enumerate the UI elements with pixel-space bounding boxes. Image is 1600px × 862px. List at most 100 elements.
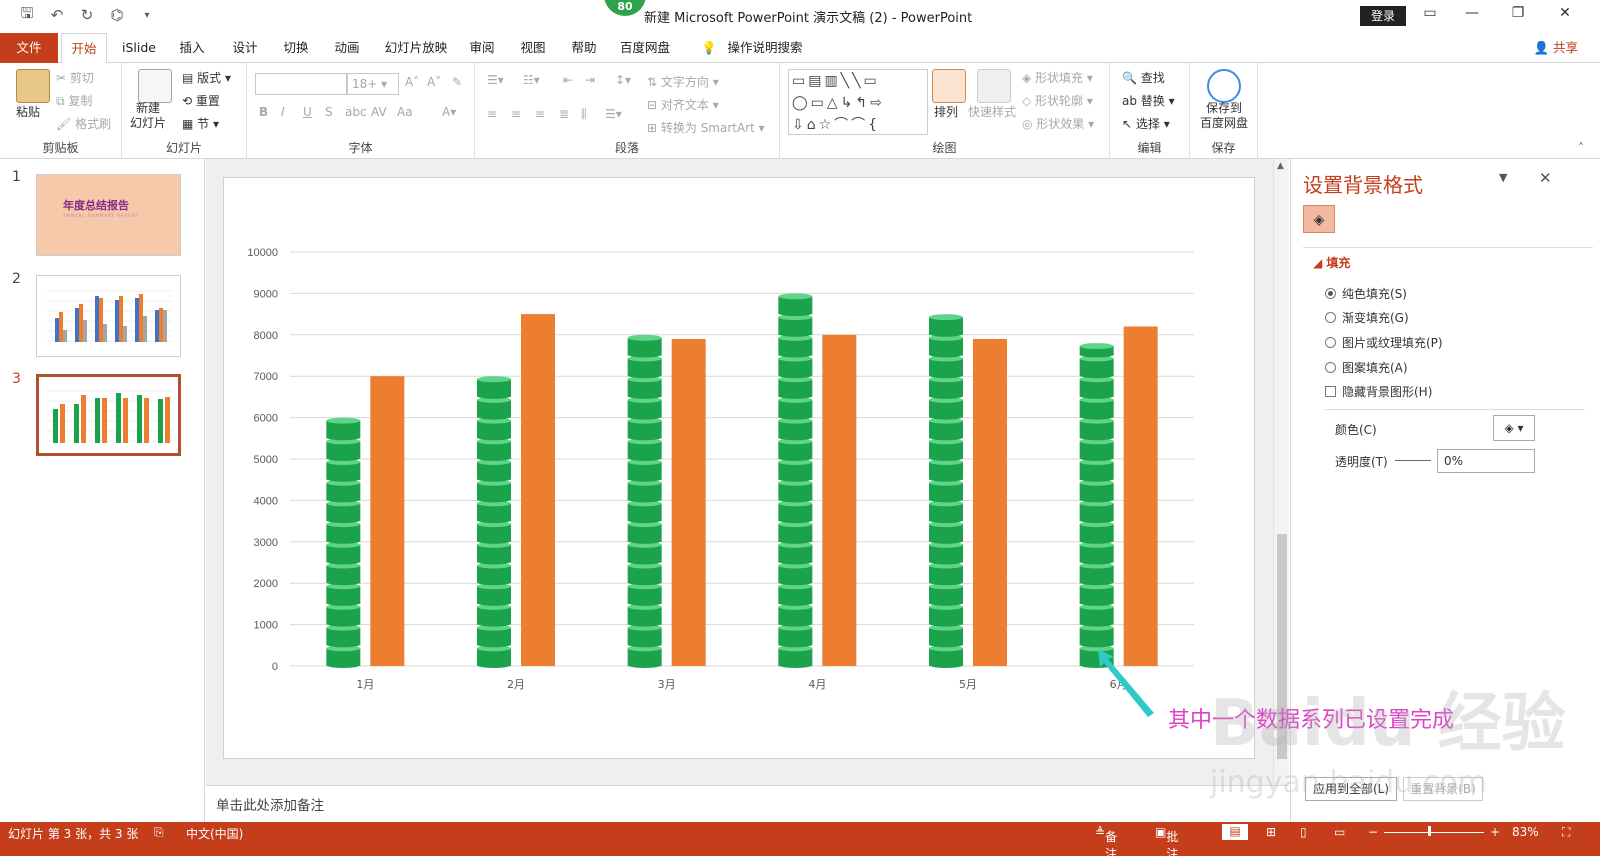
grow-font-icon[interactable]: A˄ bbox=[405, 75, 419, 89]
fill-section-header[interactable]: ◢ 填充 bbox=[1313, 254, 1350, 271]
bar-series-1[interactable] bbox=[477, 376, 511, 668]
save-baidu-button[interactable]: 保存到 百度网盘 bbox=[1200, 101, 1248, 131]
bar-series-1[interactable] bbox=[929, 314, 963, 668]
save-icon[interactable]: 🖫 bbox=[18, 4, 36, 24]
tab-design[interactable]: 设计 bbox=[225, 33, 265, 63]
ribbon-display-icon[interactable]: ▭ bbox=[1420, 5, 1440, 21]
shape-effects-button[interactable]: ◎ 形状效果 ▾ bbox=[1022, 115, 1094, 132]
thumbnail-slide-3[interactable] bbox=[36, 374, 181, 456]
font-name-combo[interactable] bbox=[255, 73, 347, 95]
align-center-icon[interactable]: ≡ bbox=[511, 107, 521, 121]
normal-view-icon[interactable]: ▤ bbox=[1222, 824, 1248, 840]
text-direction-button[interactable]: ⇅ 文字方向 ▾ bbox=[647, 73, 719, 90]
zoom-in-icon[interactable]: + bbox=[1490, 825, 1500, 839]
tell-me-search[interactable]: 操作说明搜索 bbox=[722, 33, 808, 63]
paste-button[interactable]: 粘贴 bbox=[16, 103, 40, 120]
find-button[interactable]: 🔍 查找 bbox=[1122, 69, 1165, 86]
font-color-icon[interactable]: A▾ bbox=[442, 105, 456, 119]
login-button[interactable]: 登录 bbox=[1360, 6, 1406, 26]
shadow-icon[interactable]: S bbox=[325, 105, 333, 119]
transparency-input[interactable]: 0% bbox=[1437, 449, 1535, 473]
share-button[interactable]: 👤 共享 bbox=[1533, 33, 1578, 63]
replace-button[interactable]: ab 替换 ▾ bbox=[1122, 92, 1175, 109]
zoom-out-icon[interactable]: − bbox=[1368, 825, 1378, 839]
clear-format-icon[interactable]: ✎ bbox=[452, 75, 462, 89]
bullets-icon[interactable]: ☰▾ bbox=[487, 73, 504, 87]
tab-review[interactable]: 审阅 bbox=[462, 33, 502, 63]
scroll-up-icon[interactable]: ▲ bbox=[1277, 161, 1284, 171]
bar-series-2[interactable] bbox=[370, 376, 405, 666]
reset-button[interactable]: ⟲ 重置 bbox=[182, 92, 220, 109]
italic-icon[interactable]: I bbox=[281, 105, 285, 119]
picture-fill-radio[interactable] bbox=[1325, 337, 1336, 348]
hide-background-option[interactable]: 隐藏背景图形(H) bbox=[1325, 383, 1432, 400]
new-slide-icon[interactable] bbox=[138, 69, 172, 103]
increase-indent-icon[interactable]: ⇥ bbox=[585, 73, 595, 87]
smartart-button[interactable]: ⊞ 转换为 SmartArt ▾ bbox=[647, 119, 765, 136]
tab-islide[interactable]: iSlide bbox=[116, 33, 162, 63]
tab-insert[interactable]: 插入 bbox=[172, 33, 212, 63]
customize-qat-icon[interactable]: ▾ bbox=[138, 6, 156, 24]
zoom-thumb[interactable] bbox=[1428, 826, 1431, 836]
redo-icon[interactable]: ↻ bbox=[78, 6, 96, 24]
bar-series-2[interactable] bbox=[521, 314, 555, 666]
spellcheck-icon[interactable]: ⎘ bbox=[154, 825, 164, 840]
bar-series-2[interactable] bbox=[822, 334, 857, 666]
align-text-button[interactable]: ⊟ 对齐文本 ▾ bbox=[647, 96, 719, 113]
arrange-button[interactable]: 排列 bbox=[934, 103, 958, 120]
gradient-fill-option[interactable]: 渐变填充(G) bbox=[1325, 309, 1409, 326]
pattern-fill-option[interactable]: 图案填充(A) bbox=[1325, 359, 1408, 376]
bold-icon[interactable]: B bbox=[259, 105, 268, 119]
thumbnail-slide-1[interactable]: 年度总结报告 ANNUAL SUMMARY REPORT bbox=[36, 174, 181, 256]
presenter-icon[interactable]: ⌬ bbox=[108, 6, 126, 24]
zoom-level[interactable]: 83% bbox=[1512, 825, 1539, 839]
slide-sorter-icon[interactable]: ⊞ bbox=[1266, 825, 1276, 839]
align-right-icon[interactable]: ≡ bbox=[535, 107, 545, 121]
solid-fill-radio[interactable] bbox=[1325, 288, 1336, 299]
font-size-combo[interactable]: 18+ ▾ bbox=[347, 73, 399, 95]
tab-file[interactable]: 文件 bbox=[0, 33, 58, 63]
comments-toggle[interactable]: ▣ 批注 bbox=[1155, 825, 1178, 861]
distribute-icon[interactable]: ☰▾ bbox=[605, 107, 622, 121]
tab-slideshow[interactable]: 幻灯片放映 bbox=[382, 33, 450, 63]
pane-options-icon[interactable]: ▼ bbox=[1499, 171, 1507, 184]
section-button[interactable]: ▦ 节 ▾ bbox=[182, 115, 219, 132]
slideshow-icon[interactable]: ▭ bbox=[1334, 825, 1345, 839]
restore-icon[interactable]: ❐ bbox=[1508, 5, 1528, 21]
collapse-ribbon-icon[interactable]: ˄ bbox=[1578, 141, 1584, 155]
pattern-fill-radio[interactable] bbox=[1325, 362, 1336, 373]
pane-close-icon[interactable]: ✕ bbox=[1539, 169, 1552, 187]
numbering-icon[interactable]: ☷▾ bbox=[523, 73, 540, 87]
format-painter-button[interactable]: 🖌 格式刷 bbox=[56, 115, 111, 132]
char-spacing-icon[interactable]: AV bbox=[371, 105, 387, 119]
shrink-font-icon[interactable]: A˅ bbox=[427, 75, 441, 89]
shape-fill-button[interactable]: ◈ 形状填充 ▾ bbox=[1022, 69, 1093, 86]
fill-tab-icon[interactable]: ◈ bbox=[1303, 205, 1335, 233]
new-slide-button[interactable]: 新建 幻灯片 bbox=[130, 101, 166, 131]
tab-home[interactable]: 开始 bbox=[61, 33, 107, 64]
close-icon[interactable]: ✕ bbox=[1555, 5, 1575, 21]
gradient-fill-radio[interactable] bbox=[1325, 312, 1336, 323]
fit-slide-icon[interactable]: ⛶ bbox=[1562, 825, 1570, 840]
shape-outline-button[interactable]: ◇ 形状轮廓 ▾ bbox=[1022, 92, 1093, 109]
change-case-icon[interactable]: Aa bbox=[397, 105, 413, 119]
baidu-cloud-icon[interactable] bbox=[1207, 69, 1241, 103]
reading-view-icon[interactable]: ▯ bbox=[1300, 825, 1307, 839]
tab-view[interactable]: 视图 bbox=[513, 33, 553, 63]
bar-series-2[interactable] bbox=[1123, 326, 1158, 666]
undo-icon[interactable]: ↶ bbox=[48, 6, 66, 24]
tab-baidu-netdisk[interactable]: 百度网盘 bbox=[614, 33, 676, 63]
picture-fill-option[interactable]: 图片或纹理填充(P) bbox=[1325, 334, 1443, 351]
tab-animations[interactable]: 动画 bbox=[327, 33, 367, 63]
color-picker-button[interactable]: ◈ ▾ bbox=[1493, 415, 1535, 441]
minimize-icon[interactable]: — bbox=[1462, 5, 1482, 21]
bar-series-1[interactable] bbox=[326, 417, 361, 668]
columns-icon[interactable]: ⫼ bbox=[581, 107, 587, 122]
strikethrough-icon[interactable]: abc bbox=[345, 105, 367, 119]
justify-icon[interactable]: ≣ bbox=[559, 107, 569, 121]
quick-styles-icon[interactable] bbox=[977, 69, 1011, 103]
bar-series-1[interactable] bbox=[778, 293, 813, 668]
solid-fill-option[interactable]: 纯色填充(S) bbox=[1325, 285, 1407, 302]
bar-series-1[interactable] bbox=[1079, 343, 1114, 668]
paste-icon[interactable] bbox=[16, 69, 50, 103]
